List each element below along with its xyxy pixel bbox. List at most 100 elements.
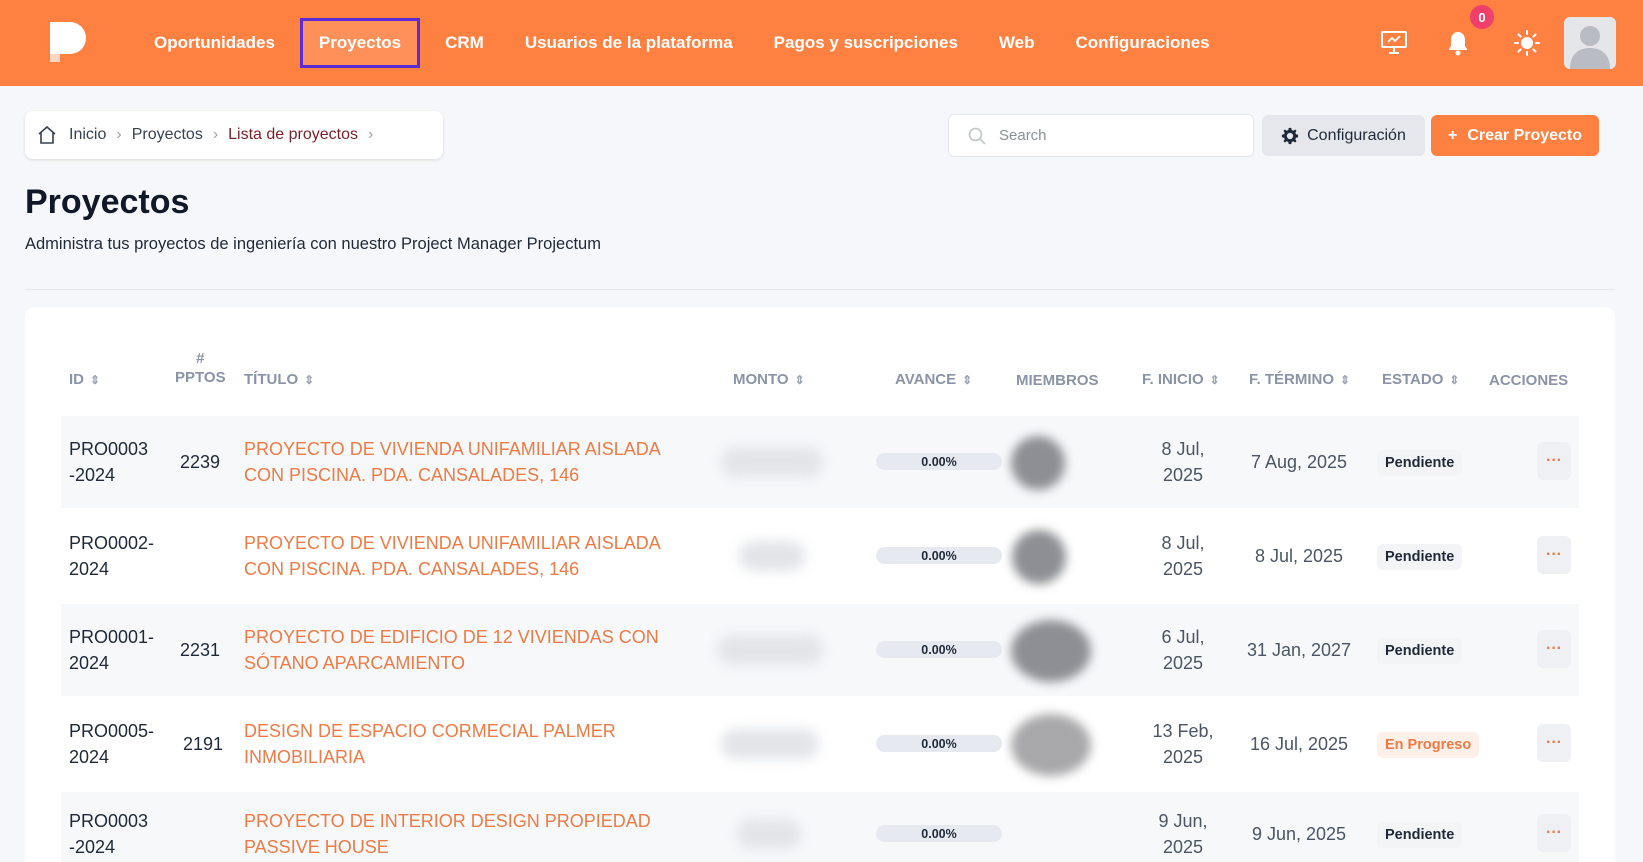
monto-redacted [739, 541, 805, 571]
member-avatar[interactable] [1011, 436, 1065, 490]
row-title-link[interactable]: PROYECTO DE VIVIENDA UNIFAMILIAR AISLADA… [244, 530, 661, 582]
row-f-inicio: 13 Feb, 2025 [1152, 721, 1214, 767]
table-row[interactable]: PRO0003 -2024 2239 PROYECTO DE VIVIENDA U… [61, 416, 1579, 508]
plus-icon: + [1447, 126, 1458, 144]
progress-bar: 0.00% [876, 641, 1002, 658]
chevron-right-icon: › [368, 126, 374, 143]
search-icon [967, 126, 987, 146]
search-box [948, 114, 1254, 157]
sort-icon: ⇕ [1449, 372, 1460, 387]
monto-redacted [721, 729, 819, 759]
header-titulo[interactable]: TÍTULO ⇕ [244, 371, 314, 388]
more-actions-button[interactable]: ··· [1537, 630, 1571, 668]
app-logo[interactable] [46, 20, 90, 64]
search-input[interactable] [999, 127, 1239, 144]
nav-item-pagos[interactable]: Pagos y suscripciones [758, 18, 974, 68]
status-badge: Pendiente [1377, 544, 1463, 570]
row-id: PRO0003 -2024 [69, 811, 149, 857]
page-subtitle: Administra tus proyectos de ingeniería c… [25, 235, 601, 253]
bell-icon[interactable] [1436, 21, 1480, 65]
status-badge: Pendiente [1377, 822, 1463, 848]
breadcrumb: Inicio › Proyectos › Lista de proyectos … [25, 111, 443, 159]
status-badge: En Progreso [1377, 732, 1480, 758]
header-monto[interactable]: MONTO ⇕ [733, 371, 805, 388]
crear-proyecto-button[interactable]: + Crear Proyecto [1431, 115, 1599, 156]
divider [25, 289, 1615, 290]
sort-icon: ⇕ [304, 372, 315, 387]
more-actions-button[interactable]: ··· [1537, 536, 1571, 574]
nav-item-web[interactable]: Web [983, 18, 1051, 68]
header-id[interactable]: ID ⇕ [69, 371, 100, 388]
breadcrumb-inicio[interactable]: Inicio [69, 126, 106, 144]
table-row[interactable]: PRO0003 -2024 PROYECTO DE INTERIOR DESIGN… [61, 792, 1579, 862]
progress-bar: 0.00% [876, 453, 1002, 470]
chevron-right-icon: › [212, 126, 219, 143]
configuracion-button[interactable]: Configuración [1262, 115, 1425, 156]
row-pptos: 2231 [180, 640, 221, 660]
top-navbar: Oportunidades Proyectos CRM Usuarios de … [0, 0, 1643, 86]
header-f-termino[interactable]: F. TÉRMINO ⇕ [1249, 371, 1350, 388]
monto-redacted [721, 447, 823, 477]
home-icon[interactable] [37, 125, 57, 145]
row-title-link[interactable]: DESIGN DE ESPACIO CORMECIAL PALMER INMOBI… [244, 718, 616, 770]
row-f-termino: 16 Jul, 2025 [1249, 734, 1349, 754]
sort-icon: ⇕ [1209, 372, 1220, 387]
breadcrumb-lista: Lista de proyectos [228, 126, 359, 143]
nav-item-usuarios[interactable]: Usuarios de la plataforma [509, 18, 749, 68]
page-title: Proyectos [25, 183, 190, 221]
sort-icon: ⇕ [794, 372, 805, 387]
nav-item-proyectos[interactable]: Proyectos [299, 18, 421, 68]
member-avatar[interactable] [1011, 714, 1091, 776]
row-f-termino: 7 Aug, 2025 [1250, 452, 1348, 472]
main-nav: Oportunidades Proyectos CRM Usuarios de … [138, 0, 1235, 86]
row-f-inicio: 8 Jul, 2025 [1161, 439, 1205, 485]
row-id: PRO0003 -2024 [69, 439, 149, 485]
header-miembros: MIEMBROS [1016, 372, 1099, 389]
configuracion-label: Configuración [1307, 126, 1406, 144]
notification-badge: 0 [1470, 5, 1494, 29]
table-row[interactable]: PRO0001- 2024 2231 PROYECTO DE EDIFICIO D… [61, 604, 1579, 696]
more-actions-button[interactable]: ··· [1537, 724, 1571, 762]
monitor-icon[interactable] [1372, 21, 1416, 65]
progress-bar: 0.00% [876, 825, 1002, 842]
member-avatar[interactable] [1011, 620, 1091, 682]
row-f-termino: 8 Jul, 2025 [1254, 546, 1344, 566]
member-avatar[interactable] [1012, 530, 1066, 584]
monto-redacted [717, 635, 823, 665]
header-f-inicio[interactable]: F. INICIO ⇕ [1142, 371, 1220, 388]
more-actions-button[interactable]: ··· [1537, 442, 1571, 480]
header-estado[interactable]: ESTADO ⇕ [1382, 371, 1459, 388]
status-badge: Pendiente [1377, 450, 1463, 476]
row-id: PRO0001- 2024 [69, 627, 155, 673]
user-avatar[interactable] [1564, 17, 1616, 69]
row-id: PRO0005- 2024 [69, 721, 155, 767]
row-title-link[interactable]: PROYECTO DE INTERIOR DESIGN PROPIEDAD PAS… [244, 808, 651, 860]
row-title-link[interactable]: PROYECTO DE EDIFICIO DE 12 VIVIENDAS CON… [244, 624, 659, 676]
progress-bar: 0.00% [876, 547, 1002, 564]
row-f-inicio: 9 Jun, 2025 [1158, 811, 1208, 857]
header-avance[interactable]: AVANCE ⇕ [895, 371, 972, 388]
row-id: PRO0002- 2024 [69, 533, 155, 579]
gear-icon [1281, 127, 1299, 145]
sun-icon[interactable] [1505, 21, 1549, 65]
nav-item-oportunidades[interactable]: Oportunidades [138, 18, 291, 68]
sort-icon: ⇕ [962, 372, 973, 387]
more-actions-button[interactable]: ··· [1537, 814, 1571, 852]
crear-proyecto-label: Crear Proyecto [1467, 126, 1583, 144]
row-f-inicio: 8 Jul, 2025 [1161, 533, 1205, 579]
nav-item-crm[interactable]: CRM [429, 18, 500, 68]
row-pptos: 2239 [180, 452, 221, 472]
table-row[interactable]: PRO0002- 2024 PROYECTO DE VIVIENDA UNIFAM… [61, 510, 1579, 602]
chevron-right-icon: › [116, 126, 122, 143]
status-badge: Pendiente [1377, 638, 1463, 664]
header-pptos: # PPTOS [175, 350, 226, 386]
monto-redacted [737, 819, 801, 849]
table-row[interactable]: PRO0005- 2024 2191 DESIGN DE ESPACIO CORM… [61, 698, 1579, 790]
header-acciones: ACCIONES [1489, 372, 1569, 389]
breadcrumb-proyectos[interactable]: Proyectos [132, 126, 203, 144]
sort-icon: ⇕ [90, 372, 101, 387]
sort-icon: ⇕ [1340, 372, 1351, 387]
nav-item-configuraciones[interactable]: Configuraciones [1060, 18, 1226, 68]
row-f-termino: 31 Jan, 2027 [1246, 640, 1352, 660]
row-title-link[interactable]: PROYECTO DE VIVIENDA UNIFAMILIAR AISLADA… [244, 436, 661, 488]
